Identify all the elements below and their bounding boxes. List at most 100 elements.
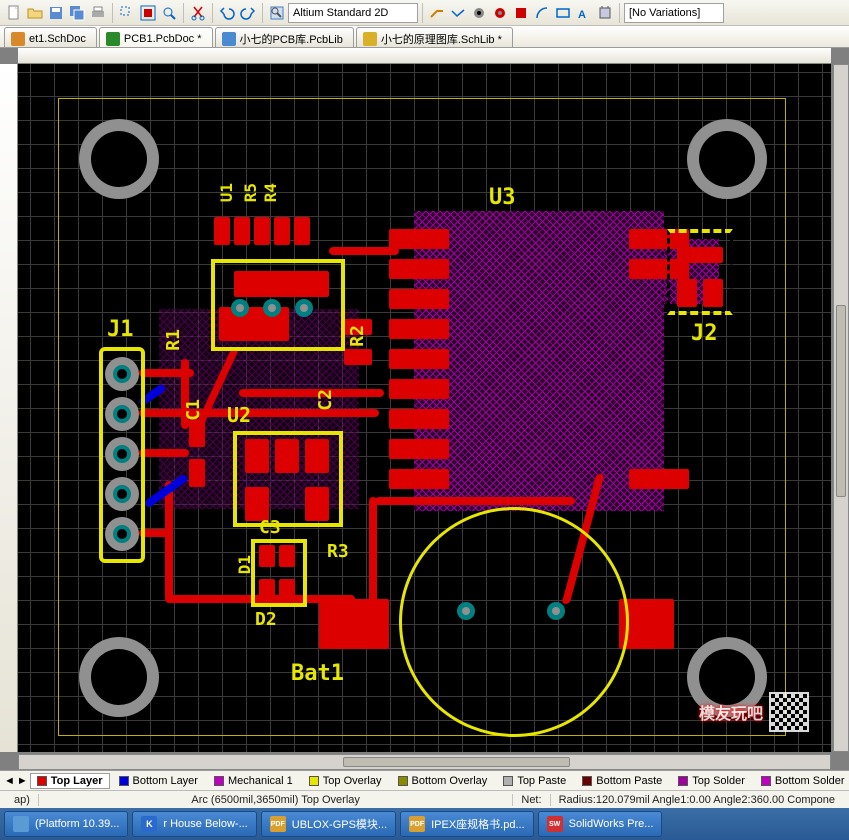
pad (389, 469, 449, 489)
mounting-hole (79, 119, 159, 199)
place-arc-icon[interactable] (532, 3, 552, 23)
silk-outline-bat1 (399, 507, 629, 737)
layer-nav-icon[interactable]: ◄ (4, 775, 15, 787)
place-component-icon[interactable] (595, 3, 615, 23)
doc-tab-schlib[interactable]: 小七的原理图库.SchLib * (356, 27, 513, 47)
layer-tab-mech1[interactable]: Mechanical 1 (207, 773, 300, 789)
layer-tab-bottom-solder[interactable]: Bottom Solder (754, 773, 849, 789)
designator-J1: J1 (107, 317, 134, 342)
print-icon[interactable] (88, 3, 108, 23)
redo-icon[interactable] (238, 3, 258, 23)
layer-tab-bottom[interactable]: Bottom Layer (112, 773, 205, 789)
taskbar-item[interactable]: Kr House Below-... (132, 811, 256, 837)
silk-outline-C3 (251, 539, 307, 607)
trace (239, 389, 384, 397)
taskbar-item[interactable]: PDFUBLOX-GPS模块... (261, 811, 396, 837)
pad (629, 469, 689, 489)
trace (329, 247, 399, 255)
doc-tab-pcblib[interactable]: 小七的PCB库.PcbLib (215, 27, 354, 47)
task-label: r House Below-... (163, 818, 247, 830)
layer-tab-top-solder[interactable]: Top Solder (671, 773, 752, 789)
place-via-icon[interactable] (490, 3, 510, 23)
pad (389, 409, 449, 429)
scrollbar-horizontal[interactable] (18, 754, 831, 770)
designator-U2: U2 (227, 403, 251, 427)
layer-tab-top-overlay[interactable]: Top Overlay (302, 773, 389, 789)
place-pad-icon[interactable] (469, 3, 489, 23)
open-file-icon[interactable] (25, 3, 45, 23)
doc-tab-pcbdoc[interactable]: PCB1.PcbDoc * (99, 27, 213, 47)
mounting-hole (79, 637, 159, 717)
save-all-icon[interactable] (67, 3, 87, 23)
designator-R3: R3 (327, 541, 349, 562)
designator-R1: R1 (163, 329, 184, 351)
layer-label: Bottom Paste (596, 775, 662, 787)
silk-outline-J1 (99, 347, 145, 563)
layer-nav-icon[interactable]: ► (17, 775, 28, 787)
watermark-text: 模友玩吧 (699, 700, 763, 724)
taskbar-item[interactable]: (Platform 10.39... (4, 811, 128, 837)
scrollbar-vertical[interactable] (833, 64, 849, 752)
status-bar: ap) Arc (6500mil,3650mil) Top Overlay Ne… (0, 790, 849, 808)
zoom-select-icon[interactable] (159, 3, 179, 23)
pad (389, 229, 449, 249)
place-line-icon[interactable] (448, 3, 468, 23)
trace (375, 497, 575, 505)
watermark: 模友玩吧 (639, 692, 809, 732)
undo-icon[interactable] (217, 3, 237, 23)
place-track-icon[interactable] (427, 3, 447, 23)
doc-tab-schdoc[interactable]: et1.SchDoc (4, 27, 97, 47)
doc-tab-label: 小七的PCB库.PcbLib (240, 31, 343, 47)
layer-label: Top Solder (692, 775, 745, 787)
silk-outline-J2 (667, 229, 733, 315)
layer-label: Mechanical 1 (228, 775, 293, 787)
pad (254, 217, 270, 245)
trace (369, 497, 377, 607)
designator-C3: C3 (259, 517, 281, 538)
pad (319, 599, 389, 649)
trace (139, 409, 379, 417)
layer-label: Bottom Overlay (412, 775, 488, 787)
status-net: Net: (513, 794, 550, 806)
place-fill-icon[interactable] (511, 3, 531, 23)
layer-tab-top[interactable]: Top Layer (30, 773, 110, 789)
designator-C2: C2 (315, 389, 336, 411)
place-rect-icon[interactable] (553, 3, 573, 23)
layer-label: Bottom Layer (133, 775, 198, 787)
cut-icon[interactable] (188, 3, 208, 23)
silk-outline-U1 (211, 259, 345, 351)
pad (214, 217, 230, 245)
doc-tab-label: PCB1.PcbDoc * (124, 33, 202, 45)
pcb-canvas[interactable]: U3 J2 J1 R1 R2 R3 R4 R5 U1 C1 C2 U2 C3 D… (18, 64, 831, 752)
place-string-icon[interactable]: A (574, 3, 594, 23)
variations-combo[interactable]: [No Variations] (624, 3, 724, 23)
layer-label: Top Paste (517, 775, 566, 787)
main-toolbar: Altium Standard 2D A [No Variations] (0, 0, 849, 26)
taskbar-item[interactable]: PDFIPEX座规格书.pd... (400, 811, 534, 837)
task-label: (Platform 10.39... (35, 818, 119, 830)
zoom-fit-icon[interactable] (138, 3, 158, 23)
pad (389, 349, 449, 369)
view-mode-combo[interactable]: Altium Standard 2D (288, 3, 418, 23)
save-icon[interactable] (46, 3, 66, 23)
layer-label: Bottom Solder (775, 775, 845, 787)
pad (389, 319, 449, 339)
trace (165, 481, 173, 601)
windows-taskbar: (Platform 10.39... Kr House Below-... PD… (0, 808, 849, 840)
poly-pour (414, 211, 664, 511)
ruler-horizontal (18, 48, 831, 64)
layer-tab-top-paste[interactable]: Top Paste (496, 773, 573, 789)
pad (389, 379, 449, 399)
ruler-vertical (0, 64, 18, 752)
layer-tab-bottom-overlay[interactable]: Bottom Overlay (391, 773, 495, 789)
layer-tab-bottom-paste[interactable]: Bottom Paste (575, 773, 669, 789)
zoom-area-icon[interactable] (117, 3, 137, 23)
browse-icon[interactable] (267, 3, 287, 23)
doc-tab-label: 小七的原理图库.SchLib * (381, 31, 502, 47)
layer-label: Top Layer (51, 775, 103, 787)
designator-U3: U3 (489, 185, 516, 210)
taskbar-item[interactable]: SWSolidWorks Pre... (538, 811, 663, 837)
new-file-icon[interactable] (4, 3, 24, 23)
designator-C1: C1 (183, 399, 204, 421)
view-mode-text: Altium Standard 2D (293, 7, 388, 19)
